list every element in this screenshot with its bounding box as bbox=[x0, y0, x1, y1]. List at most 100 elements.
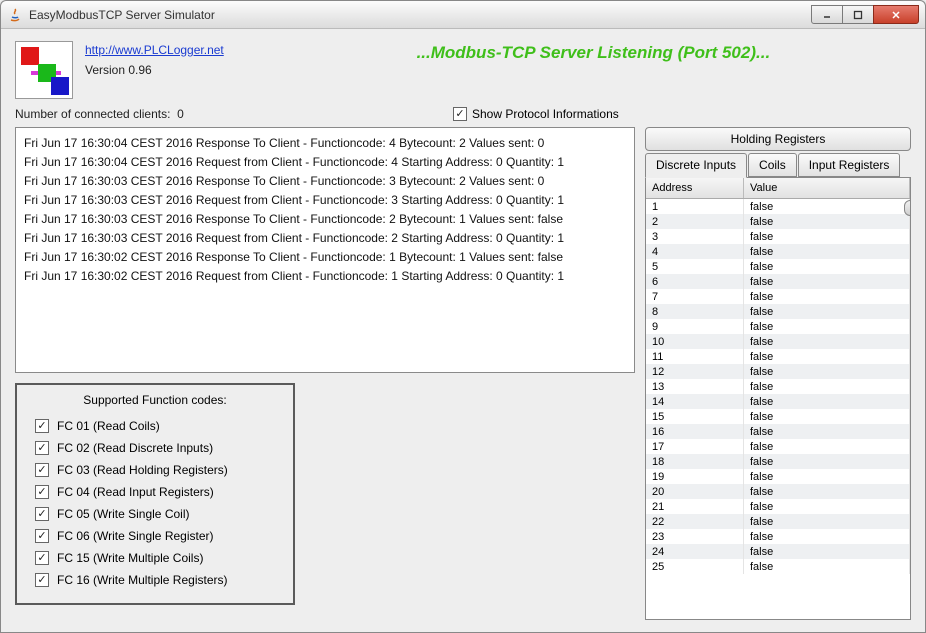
function-code-item[interactable]: FC 03 (Read Holding Registers) bbox=[35, 459, 275, 481]
function-codes-title: Supported Function codes: bbox=[35, 393, 275, 407]
function-code-item[interactable]: FC 01 (Read Coils) bbox=[35, 415, 275, 437]
table-row[interactable]: 7false bbox=[646, 289, 910, 304]
checkbox-icon bbox=[453, 107, 467, 121]
clients-count: 0 bbox=[177, 107, 184, 121]
vendor-link[interactable]: http://www.PLCLogger.net bbox=[85, 43, 224, 57]
table-row[interactable]: 22false bbox=[646, 514, 910, 529]
log-line: Fri Jun 17 16:30:03 CEST 2016 Response T… bbox=[24, 210, 626, 229]
cell-address: 3 bbox=[646, 229, 744, 244]
tab-discrete-inputs[interactable]: Discrete Inputs bbox=[645, 153, 747, 178]
column-value[interactable]: Value bbox=[744, 178, 910, 198]
cell-value: false bbox=[744, 229, 910, 244]
cell-address: 19 bbox=[646, 469, 744, 484]
table-row[interactable]: 11false bbox=[646, 349, 910, 364]
cell-address: 16 bbox=[646, 424, 744, 439]
cell-address: 1 bbox=[646, 199, 744, 214]
function-code-label: FC 01 (Read Coils) bbox=[57, 419, 160, 433]
function-codes-panel: Supported Function codes: FC 01 (Read Co… bbox=[15, 383, 295, 605]
table-row[interactable]: 4false bbox=[646, 244, 910, 259]
checkbox-icon bbox=[35, 573, 49, 587]
table-row[interactable]: 3false bbox=[646, 229, 910, 244]
titlebar[interactable]: EasyModbusTCP Server Simulator bbox=[1, 1, 925, 29]
cell-address: 2 bbox=[646, 214, 744, 229]
checkbox-icon bbox=[35, 419, 49, 433]
table-row[interactable]: 17false bbox=[646, 439, 910, 454]
checkbox-icon bbox=[35, 485, 49, 499]
function-code-label: FC 04 (Read Input Registers) bbox=[57, 485, 214, 499]
table-row[interactable]: 16false bbox=[646, 424, 910, 439]
table-row[interactable]: 25false bbox=[646, 559, 910, 574]
protocol-log[interactable]: Fri Jun 17 16:30:04 CEST 2016 Response T… bbox=[15, 127, 635, 373]
show-protocol-checkbox[interactable]: Show Protocol Informations bbox=[453, 107, 619, 121]
minimize-button[interactable] bbox=[811, 5, 843, 24]
cell-value: false bbox=[744, 439, 910, 454]
table-row[interactable]: 13false bbox=[646, 379, 910, 394]
table-row[interactable]: 20false bbox=[646, 484, 910, 499]
cell-value: false bbox=[744, 289, 910, 304]
function-code-item[interactable]: FC 02 (Read Discrete Inputs) bbox=[35, 437, 275, 459]
table-row[interactable]: 23false bbox=[646, 529, 910, 544]
function-code-item[interactable]: FC 15 (Write Multiple Coils) bbox=[35, 547, 275, 569]
cell-address: 4 bbox=[646, 244, 744, 259]
table-row[interactable]: 14false bbox=[646, 394, 910, 409]
cell-value: false bbox=[744, 244, 910, 259]
log-line: Fri Jun 17 16:30:02 CEST 2016 Response T… bbox=[24, 248, 626, 267]
cell-address: 25 bbox=[646, 559, 744, 574]
cell-value: false bbox=[744, 424, 910, 439]
cell-value: false bbox=[744, 364, 910, 379]
checkbox-icon bbox=[35, 507, 49, 521]
function-code-item[interactable]: FC 05 (Write Single Coil) bbox=[35, 503, 275, 525]
table-row[interactable]: 8false bbox=[646, 304, 910, 319]
scroll-thumb[interactable] bbox=[904, 200, 911, 216]
cell-address: 8 bbox=[646, 304, 744, 319]
function-code-label: FC 06 (Write Single Register) bbox=[57, 529, 214, 543]
cell-address: 17 bbox=[646, 439, 744, 454]
holding-registers-button[interactable]: Holding Registers bbox=[645, 127, 911, 151]
close-button[interactable] bbox=[873, 5, 919, 24]
table-row[interactable]: 6false bbox=[646, 274, 910, 289]
function-code-item[interactable]: FC 06 (Write Single Register) bbox=[35, 525, 275, 547]
table-row[interactable]: 1false bbox=[646, 199, 910, 214]
table-row[interactable]: 19false bbox=[646, 469, 910, 484]
cell-address: 18 bbox=[646, 454, 744, 469]
window-title: EasyModbusTCP Server Simulator bbox=[29, 8, 812, 22]
cell-address: 15 bbox=[646, 409, 744, 424]
table-row[interactable]: 5false bbox=[646, 259, 910, 274]
log-line: Fri Jun 17 16:30:04 CEST 2016 Request fr… bbox=[24, 153, 626, 172]
cell-address: 20 bbox=[646, 484, 744, 499]
table-row[interactable]: 10false bbox=[646, 334, 910, 349]
column-address[interactable]: Address bbox=[646, 178, 744, 198]
tab-coils[interactable]: Coils bbox=[748, 153, 797, 177]
cell-address: 10 bbox=[646, 334, 744, 349]
log-line: Fri Jun 17 16:30:03 CEST 2016 Request fr… bbox=[24, 229, 626, 248]
cell-value: false bbox=[744, 259, 910, 274]
function-code-item[interactable]: FC 16 (Write Multiple Registers) bbox=[35, 569, 275, 591]
cell-address: 22 bbox=[646, 514, 744, 529]
tab-input-registers[interactable]: Input Registers bbox=[798, 153, 901, 177]
log-line: Fri Jun 17 16:30:02 CEST 2016 Request fr… bbox=[24, 267, 626, 286]
cell-value: false bbox=[744, 394, 910, 409]
version-label: Version 0.96 bbox=[85, 63, 224, 77]
cell-value: false bbox=[744, 319, 910, 334]
log-line: Fri Jun 17 16:30:03 CEST 2016 Request fr… bbox=[24, 191, 626, 210]
function-code-label: FC 03 (Read Holding Registers) bbox=[57, 463, 228, 477]
cell-value: false bbox=[744, 274, 910, 289]
function-code-label: FC 02 (Read Discrete Inputs) bbox=[57, 441, 213, 455]
table-row[interactable]: 15false bbox=[646, 409, 910, 424]
cell-value: false bbox=[744, 379, 910, 394]
checkbox-icon bbox=[35, 529, 49, 543]
table-row[interactable]: 21false bbox=[646, 499, 910, 514]
table-row[interactable]: 24false bbox=[646, 544, 910, 559]
log-line: Fri Jun 17 16:30:04 CEST 2016 Response T… bbox=[24, 134, 626, 153]
table-row[interactable]: 18false bbox=[646, 454, 910, 469]
table-row[interactable]: 2false bbox=[646, 214, 910, 229]
table-row[interactable]: 9false bbox=[646, 319, 910, 334]
window-buttons bbox=[812, 5, 919, 24]
content: http://www.PLCLogger.net Version 0.96 ..… bbox=[1, 29, 925, 632]
cell-address: 11 bbox=[646, 349, 744, 364]
maximize-button[interactable] bbox=[842, 5, 874, 24]
function-code-item[interactable]: FC 04 (Read Input Registers) bbox=[35, 481, 275, 503]
app-logo bbox=[15, 41, 73, 99]
table-row[interactable]: 12false bbox=[646, 364, 910, 379]
cell-value: false bbox=[744, 469, 910, 484]
